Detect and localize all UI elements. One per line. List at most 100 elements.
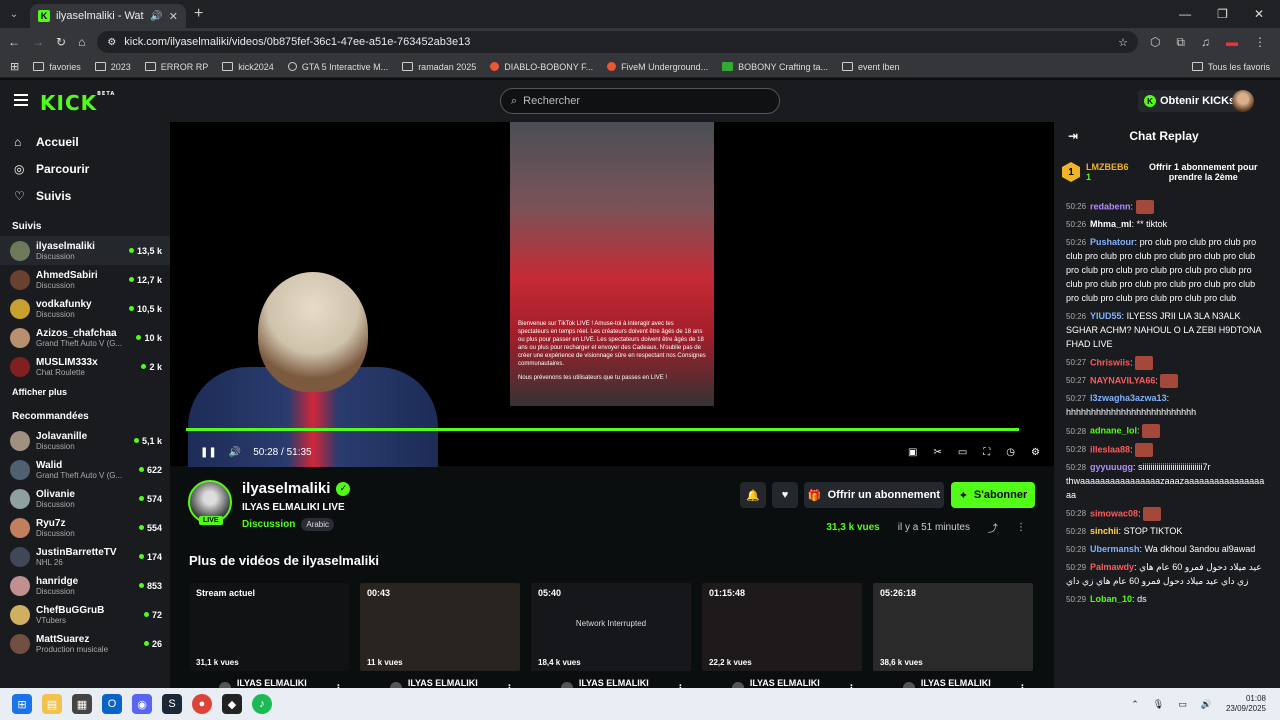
chat-username[interactable]: NAYNAVILYA66 — [1090, 375, 1155, 385]
browser-tab-active[interactable]: K ilyaselmaliki - Watch the V 🔊 ✕ — [30, 4, 186, 28]
video-title[interactable]: ILYAS ELMALIKI LIVE⋮ — [873, 678, 1033, 688]
sidebar-channel[interactable]: Walid Grand Theft Auto V (G... 622 — [0, 455, 170, 484]
sidebar-channel[interactable]: AhmedSabiri Discussion 12,7 k — [0, 265, 170, 294]
video-player[interactable]: Bienvenue sur TikTok LIVE ! Amuse-toi à … — [170, 122, 1054, 467]
close-window-icon[interactable]: ✕ — [1254, 7, 1264, 21]
pinned-message[interactable]: 1 LMZBEB6 1 Offrir 1 abonnement pour pre… — [1062, 152, 1272, 192]
sidebar-channel[interactable]: MattSuarez Production musicale 26 — [0, 629, 170, 658]
video-thumbnail[interactable]: 05:26:18 38,6 k vues — [873, 583, 1033, 671]
video-thumbnail[interactable]: 00:43 11 k vues — [360, 583, 520, 671]
reload-icon[interactable]: ↻ — [56, 35, 66, 49]
user-avatar[interactable] — [1232, 90, 1254, 112]
nav-browse[interactable]: ◎ Parcourir — [0, 155, 170, 182]
restore-icon[interactable]: ❐ — [1217, 7, 1228, 21]
chat-username[interactable]: adnane_lol — [1090, 426, 1137, 436]
video-title[interactable]: ILYAS ELMALIKI LIVE⋮ — [531, 678, 691, 688]
bookmark-folder[interactable]: ramadan 2025 — [402, 62, 476, 72]
sidebar-channel[interactable]: MUSLIM333x Chat Roulette 2 k — [0, 352, 170, 381]
bookmark-folder[interactable]: favories — [33, 62, 81, 72]
new-tab-button[interactable]: + — [194, 5, 203, 23]
fullscreen-icon[interactable]: ⛶ — [983, 447, 990, 458]
nav-home[interactable]: ⌂ Accueil — [0, 128, 170, 155]
gift-sub-button[interactable]: 🎁 Offrir un abonnement — [804, 482, 944, 508]
tab-close-icon[interactable]: ✕ — [169, 10, 178, 23]
settings-icon[interactable]: ⚙ — [1031, 447, 1040, 458]
chat-username[interactable]: Ubermansh — [1090, 544, 1140, 554]
sidebar-channel[interactable]: ilyaselmaliki Discussion 13,5 k — [0, 236, 170, 265]
app-icon[interactable]: ◆ — [222, 694, 242, 714]
bookmark-star-icon[interactable]: ☆ — [1118, 36, 1128, 49]
outlook-icon[interactable]: O — [102, 694, 122, 714]
chat-username[interactable]: Palmawdy — [1090, 562, 1134, 572]
sidebar-channel[interactable]: JustinBarretteTV NHL 26 174 — [0, 542, 170, 571]
video-thumbnail[interactable]: 05:40 Network Interrupted 18,4 k vues — [531, 583, 691, 671]
miniplayer-icon[interactable]: ▣ — [908, 447, 917, 458]
site-info-icon[interactable]: ⚙ — [107, 37, 116, 48]
search-input[interactable]: ⌕ Rechercher — [500, 88, 780, 114]
language-tag[interactable]: Arabic — [301, 518, 335, 531]
video-progress-bar[interactable] — [186, 428, 1020, 431]
chat-username[interactable]: Mhma_ml — [1090, 219, 1132, 229]
video-thumbnail[interactable]: 01:15:48 22,2 k vues — [702, 583, 862, 671]
puzzle-icon[interactable]: ⧉ — [1176, 35, 1185, 50]
back-icon[interactable]: ← — [8, 35, 20, 49]
microphone-icon[interactable]: 🎙 — [1153, 699, 1164, 710]
video-title[interactable]: ILYAS ELMALIKI LIVE⋮ — [360, 678, 520, 688]
chat-username[interactable]: l3zwagha3azwa13 — [1090, 393, 1167, 403]
speed-icon[interactable]: ◷ — [1006, 447, 1015, 458]
notification-button[interactable]: 🔔 — [740, 482, 766, 508]
tab-search-icon[interactable]: ⌄ — [4, 4, 24, 24]
bookmark-link[interactable]: FiveM Underground... — [607, 62, 708, 72]
bookmark-folder[interactable]: 2023 — [94, 62, 131, 72]
clip-icon[interactable]: ✂ — [933, 447, 941, 458]
sidebar-channel[interactable]: hanridge Discussion 853 — [0, 571, 170, 600]
chat-username[interactable]: YIUD55 — [1090, 311, 1122, 321]
extension-icon[interactable]: ⬡ — [1150, 35, 1160, 50]
chat-username[interactable]: Loban_10 — [1090, 594, 1132, 604]
get-kicks-button[interactable]: K Obtenir KICKs — [1138, 90, 1242, 112]
windows-start-icon[interactable]: ⊞ — [12, 694, 32, 714]
bookmark-folder[interactable]: kick2024 — [222, 62, 274, 72]
chat-username[interactable]: redabenn — [1090, 201, 1131, 211]
media-icon[interactable]: ♫ — [1201, 35, 1210, 50]
sidebar-channel[interactable]: ChefBuGGruB VTubers 72 — [0, 600, 170, 629]
sidebar-channel[interactable]: Olivanie Discussion 574 — [0, 484, 170, 513]
apps-icon[interactable]: ⊞ — [10, 60, 19, 73]
discord-icon[interactable]: ◉ — [132, 694, 152, 714]
address-bar[interactable]: ⚙ kick.com/ilyaselmaliki/videos/0b875fef… — [97, 31, 1138, 53]
subscribe-button[interactable]: ✦ S'abonner — [951, 482, 1035, 508]
calculator-icon[interactable]: ▦ — [72, 694, 92, 714]
chat-username[interactable]: gyyuuugg — [1090, 462, 1133, 472]
category-link[interactable]: Discussion — [242, 519, 295, 530]
chat-username[interactable]: Chriswiis — [1090, 357, 1130, 367]
sidebar-channel[interactable]: Jolavanille Discussion 5,1 k — [0, 426, 170, 455]
bookmark-folder[interactable]: ERROR RP — [144, 62, 208, 72]
chat-username[interactable]: Pushatour — [1090, 237, 1135, 247]
nav-following[interactable]: ♡ Suivis — [0, 182, 170, 209]
show-more-link[interactable]: Afficher plus — [0, 387, 170, 397]
home-icon[interactable]: ⌂ — [78, 35, 85, 49]
forward-icon[interactable]: → — [32, 35, 44, 49]
chrome-icon[interactable]: ● — [192, 694, 212, 714]
all-bookmarks[interactable]: Tous les favoris — [1191, 62, 1270, 72]
file-explorer-icon[interactable]: ▤ — [42, 694, 62, 714]
pause-icon[interactable]: ❚❚ — [200, 447, 217, 458]
video-thumbnail[interactable]: Stream actuel 31,1 k vues — [189, 583, 349, 671]
share-icon[interactable]: ⤴ — [988, 520, 998, 535]
chat-username[interactable]: illeslaa88 — [1090, 444, 1130, 454]
bookmark-link[interactable]: DIABLO-BOBONY F... — [490, 62, 593, 72]
more-options-icon[interactable]: ⋮ — [1016, 522, 1026, 533]
menu-icon[interactable] — [14, 94, 28, 109]
sidebar-channel[interactable]: Ryu7z Discussion 554 — [0, 513, 170, 542]
theater-icon[interactable]: ▭ — [958, 447, 967, 458]
tab-audio-icon[interactable]: 🔊 — [150, 11, 162, 22]
bookmark-link[interactable]: GTA 5 Interactive M... — [287, 62, 388, 72]
bookmark-link[interactable]: BOBONY Crafting ta... — [722, 62, 828, 72]
menu-dots-icon[interactable]: ⋮ — [1254, 35, 1266, 50]
steam-icon[interactable]: S — [162, 694, 182, 714]
tray-chevron-icon[interactable]: ⌃ — [1131, 699, 1139, 710]
spotify-icon[interactable]: ♪ — [252, 694, 272, 714]
volume-icon[interactable]: 🔊 — [229, 447, 241, 458]
bookmark-folder[interactable]: event lben — [842, 62, 900, 72]
chat-username[interactable]: simowac08 — [1090, 508, 1138, 518]
